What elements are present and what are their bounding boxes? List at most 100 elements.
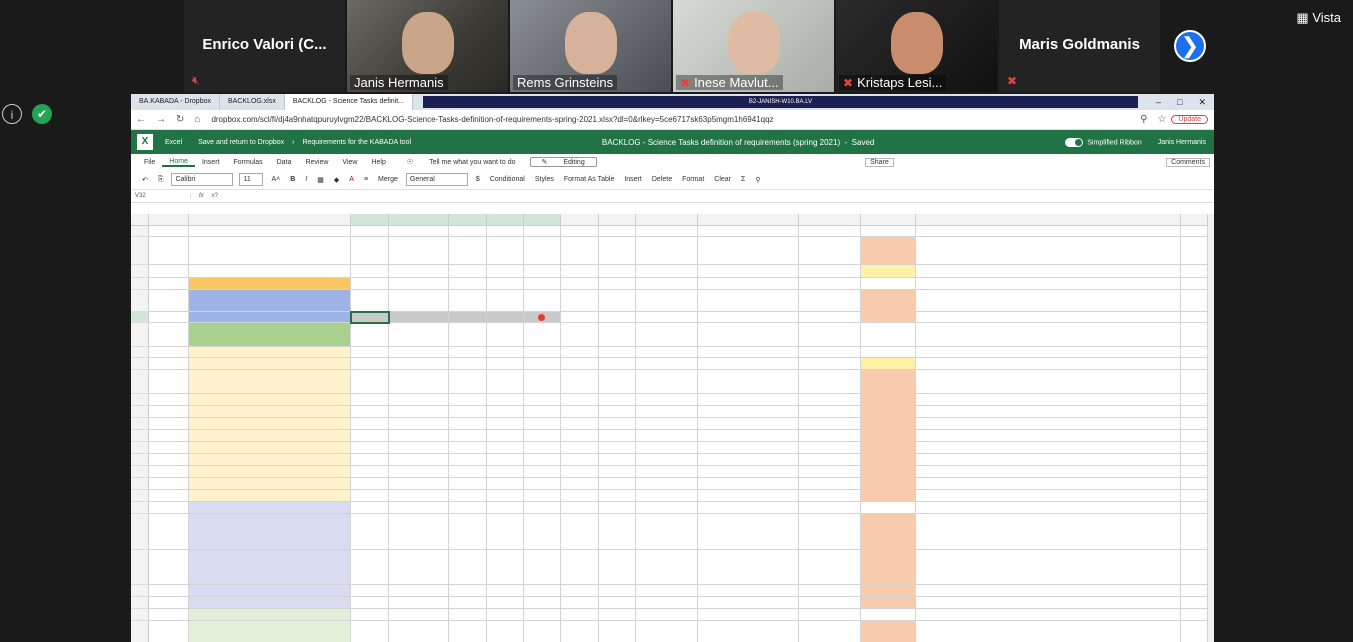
cell-af-40[interactable] [861, 430, 916, 442]
cell-v-31[interactable] [351, 290, 389, 312]
empty-cell[interactable] [599, 312, 636, 323]
empty-cell[interactable] [916, 585, 1181, 597]
cell-ag-47[interactable] [916, 514, 1181, 550]
empty-cell[interactable] [449, 514, 487, 550]
cell-b-31[interactable] [189, 290, 351, 312]
empty-cell[interactable] [1181, 585, 1208, 597]
empty-cell[interactable] [487, 442, 524, 454]
column-header[interactable] [799, 214, 861, 226]
row-header[interactable] [131, 514, 149, 550]
empty-cell[interactable] [351, 394, 389, 406]
empty-cell[interactable] [351, 502, 389, 514]
cell-b-49[interactable] [189, 585, 351, 597]
share-button[interactable]: Share [865, 157, 894, 167]
empty-cell[interactable] [149, 502, 189, 514]
empty-cell[interactable] [487, 347, 524, 358]
empty-cell[interactable] [916, 609, 1181, 621]
empty-cell[interactable] [1181, 514, 1208, 550]
empty-cell[interactable] [599, 226, 636, 237]
cell-w-40[interactable] [389, 430, 449, 442]
participant-tile-5[interactable]: ✖ Kristaps Lesi... [836, 0, 997, 92]
cell-w-49[interactable] [389, 585, 449, 597]
empty-cell[interactable] [861, 226, 916, 237]
cell-ag-2[interactable] [916, 237, 1181, 265]
empty-cell[interactable] [149, 312, 189, 323]
empty-cell[interactable] [1181, 406, 1208, 418]
empty-cell[interactable] [449, 609, 487, 621]
empty-cell[interactable] [389, 442, 449, 454]
empty-cell[interactable] [389, 418, 449, 430]
empty-cell[interactable] [149, 323, 189, 347]
menu-data[interactable]: Data [270, 159, 299, 166]
empty-cell[interactable] [487, 585, 524, 597]
vertical-scrollbar[interactable] [1208, 214, 1214, 642]
autosum-icon[interactable]: Σ [736, 176, 750, 183]
cell-w-38[interactable] [389, 406, 449, 418]
empty-cell[interactable] [149, 418, 189, 430]
cell-ae-47[interactable] [799, 514, 861, 550]
column-header[interactable] [449, 214, 487, 226]
empty-cell[interactable] [487, 550, 524, 585]
name-box[interactable]: V32 [131, 193, 191, 199]
cell-ac-32[interactable] [636, 312, 698, 323]
empty-cell[interactable] [561, 466, 599, 478]
empty-cell[interactable] [389, 394, 449, 406]
cell-af-2[interactable] [861, 237, 916, 265]
empty-cell[interactable] [389, 323, 449, 347]
cell-b-43[interactable] [189, 466, 351, 478]
cell-b-45[interactable] [189, 490, 351, 502]
empty-cell[interactable] [389, 347, 449, 358]
empty-cell[interactable] [149, 621, 189, 642]
cell-ab-2[interactable] [599, 237, 636, 265]
bold-icon[interactable]: B [285, 176, 300, 183]
cell-ac-44[interactable] [636, 478, 698, 490]
empty-cell[interactable] [149, 290, 189, 312]
empty-cell[interactable] [449, 466, 487, 478]
empty-cell[interactable] [561, 585, 599, 597]
empty-cell[interactable] [487, 278, 524, 290]
empty-cell[interactable] [487, 430, 524, 442]
paste-icon[interactable]: ⎘ [153, 176, 169, 184]
editing-mode-button[interactable]: ✎ Editing [529, 157, 597, 167]
empty-cell[interactable] [698, 454, 799, 466]
column-header[interactable] [698, 214, 799, 226]
empty-cell[interactable] [916, 226, 1181, 237]
empty-cell[interactable] [698, 406, 799, 418]
cell-af-49[interactable] [861, 585, 916, 597]
empty-cell[interactable] [916, 394, 1181, 406]
column-header[interactable] [389, 214, 449, 226]
empty-cell[interactable] [561, 621, 599, 642]
empty-cell[interactable] [351, 478, 389, 490]
back-icon[interactable]: ← [131, 114, 151, 125]
row-header[interactable] [131, 226, 149, 237]
breadcrumb-folder[interactable]: Requirements for the KABADA tool [294, 139, 419, 146]
cell-ae-31[interactable] [799, 290, 861, 312]
empty-cell[interactable] [389, 278, 449, 290]
empty-cell[interactable] [561, 312, 599, 323]
empty-cell[interactable] [599, 418, 636, 430]
empty-cell[interactable] [487, 490, 524, 502]
empty-cell[interactable] [861, 502, 916, 514]
cell-b-37[interactable] [189, 394, 351, 406]
cell-af-43[interactable] [861, 466, 916, 478]
empty-cell[interactable] [351, 585, 389, 597]
empty-cell[interactable] [561, 358, 599, 370]
empty-cell[interactable] [351, 370, 389, 394]
empty-cell[interactable] [1181, 550, 1208, 585]
empty-cell[interactable] [698, 478, 799, 490]
empty-cell[interactable] [561, 265, 599, 278]
cell-af-36[interactable] [861, 370, 916, 394]
empty-cell[interactable] [916, 502, 1181, 514]
empty-cell[interactable] [799, 609, 861, 621]
empty-cell[interactable] [351, 442, 389, 454]
empty-cell[interactable] [916, 418, 1181, 430]
empty-cell[interactable] [487, 406, 524, 418]
empty-cell[interactable] [524, 394, 561, 406]
empty-cell[interactable] [389, 466, 449, 478]
empty-cell[interactable] [149, 265, 189, 278]
empty-cell[interactable] [149, 597, 189, 609]
empty-cell[interactable] [389, 454, 449, 466]
cell-b-40[interactable] [189, 430, 351, 442]
empty-cell[interactable] [351, 278, 389, 290]
cell-b-52[interactable] [189, 621, 351, 642]
